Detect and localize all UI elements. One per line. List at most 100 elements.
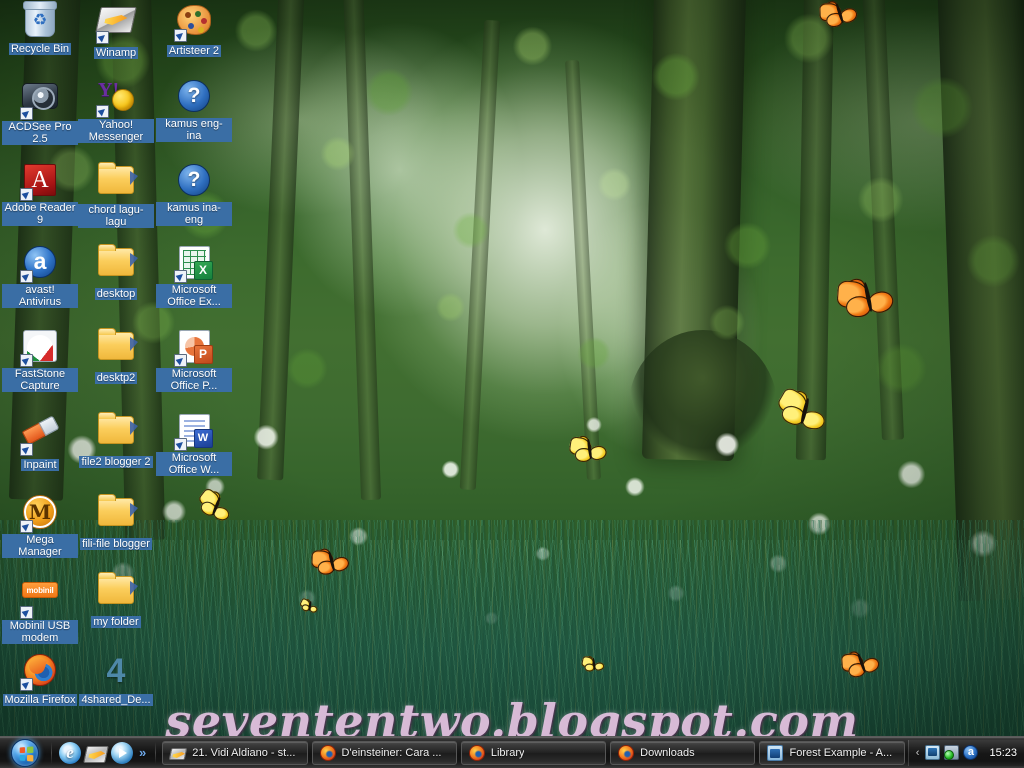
desktop-icon-label: file2 blogger 2	[79, 456, 153, 468]
4shared-glyph	[98, 654, 134, 688]
shortcut-arrow-icon	[20, 520, 33, 533]
desktop-icon-label: Microsoft Office Ex...	[156, 284, 232, 308]
desktop-icon-label: kamus eng-ina	[156, 118, 232, 142]
shortcut-arrow-icon	[174, 438, 187, 451]
desktop-icon-microsoft-office-p[interactable]: Microsoft Office P...	[156, 328, 232, 394]
taskbar-button[interactable]: 21. Vidi Aldiano - st...	[162, 740, 308, 765]
shortcut-arrow-icon	[20, 606, 33, 619]
folder-glyph	[98, 328, 138, 360]
network-connection-icon[interactable]	[944, 744, 960, 760]
desktop-icon-kamus-ina-eng[interactable]: kamus ina-eng	[156, 162, 232, 228]
folder-icon	[98, 572, 138, 612]
quick-launch-overflow-chevron-icon[interactable]: »	[137, 742, 148, 764]
faststone-icon	[20, 330, 58, 367]
desktop-icon-mozilla-firefox[interactable]: Mozilla Firefox	[2, 652, 78, 708]
taskbar-window-buttons[interactable]: 21. Vidi Aldiano - st... D'einsteiner: Ca…	[159, 740, 908, 766]
desktop-icon-winamp[interactable]: Winamp	[78, 2, 154, 61]
desktop-icon-file2-blogger-2[interactable]: file2 blogger 2	[78, 412, 154, 470]
desktop-icon-recycle-bin[interactable]: Recycle Bin	[2, 1, 78, 57]
firefox-icon	[618, 744, 635, 761]
desktop-icon-label: Microsoft Office P...	[156, 368, 232, 392]
help-glyph	[178, 80, 210, 112]
quick-launch-bar[interactable]: »	[55, 740, 152, 766]
desktop-icon-label: Mega Manager	[2, 534, 78, 558]
desktop-icon-label: avast! Antivirus	[2, 284, 78, 308]
yahoo-icon	[96, 79, 134, 118]
desktop-icon-label: desktp2	[94, 372, 138, 384]
desktop-icon-mega-manager[interactable]: Mega Manager	[2, 494, 78, 560]
firefox-icon	[319, 744, 336, 761]
folder-glyph	[98, 412, 138, 444]
winamp-glyph	[95, 7, 137, 33]
desktop-icon-inpaint[interactable]: Inpaint	[2, 412, 78, 473]
winamp-icon[interactable]	[83, 745, 109, 763]
winamp-icon	[168, 747, 188, 760]
desktop-icon-microsoft-office-w[interactable]: Microsoft Office W...	[156, 412, 232, 478]
desktop-icon-desktp2[interactable]: desktp2	[78, 328, 154, 386]
shortcut-arrow-icon	[96, 105, 109, 118]
desktop-icon-label: Mobinil USB modem	[2, 620, 78, 644]
taskbar-button[interactable]: D'einsteiner: Cara ...	[311, 740, 457, 765]
avast-icon	[20, 246, 58, 283]
taskbar-button[interactable]: Downloads	[610, 740, 756, 765]
desktop-icon-desktop[interactable]: desktop	[78, 244, 154, 302]
desktop-icon-faststone-capture[interactable]: FastStone Capture	[2, 328, 78, 394]
desktop-icon-my-folder[interactable]: my folder	[78, 572, 154, 630]
4shared-icon	[98, 654, 134, 690]
desktop-icon-kamus-eng-ina[interactable]: kamus eng-ina	[156, 78, 232, 144]
windows-media-player-icon[interactable]	[111, 741, 133, 764]
internet-explorer-icon[interactable]	[59, 741, 81, 764]
mobinil-glyph	[22, 582, 58, 598]
start-button[interactable]	[2, 738, 48, 768]
desktop-icon-microsoft-office-ex[interactable]: Microsoft Office Ex...	[156, 244, 232, 310]
mobinil-icon	[20, 582, 58, 619]
shortcut-arrow-icon	[20, 443, 33, 456]
folder-icon	[98, 494, 138, 534]
desktop-icon-label: Adobe Reader 9	[2, 202, 78, 226]
inpaint-icon	[20, 419, 58, 456]
desktop[interactable]: sevententwo.blogspot.com Recycle BinWina…	[0, 0, 1024, 768]
desktop-icon-avast-antivirus[interactable]: avast! Antivirus	[2, 244, 78, 310]
desktop-icon-fili-file-blogger[interactable]: fili-file blogger	[78, 494, 154, 552]
desktop-icon-label: Microsoft Office W...	[156, 452, 232, 476]
shortcut-arrow-icon	[174, 354, 187, 367]
artisteer-icon	[174, 5, 212, 42]
taskbar-button-label: Library	[490, 746, 525, 759]
mega-icon	[20, 496, 58, 533]
taskbar-divider	[51, 741, 52, 764]
taskbar-button[interactable]: Library	[460, 740, 607, 765]
tray-icon-group[interactable]	[925, 744, 982, 762]
desktop-icon-label: chord lagu-lagu	[78, 204, 154, 228]
recycle-icon	[22, 1, 58, 39]
windows-flag-icon	[19, 745, 34, 762]
desktop-icon-artisteer-2[interactable]: Artisteer 2	[156, 2, 232, 59]
system-tray[interactable]: ‹ 15:23	[907, 739, 1024, 766]
tray-expand-chevron-icon[interactable]: ‹	[915, 747, 921, 759]
desktop-icon-chord-lagu-lagu[interactable]: chord lagu-lagu	[78, 162, 154, 230]
folder-glyph	[98, 494, 138, 526]
window-icon	[767, 744, 784, 761]
taskbar[interactable]: » 21. Vidi Aldiano - st... D'einsteiner: …	[0, 736, 1024, 768]
taskbar-clock[interactable]: 15:23	[989, 747, 1017, 759]
desktop-icon-adobe-reader-9[interactable]: Adobe Reader 9	[2, 162, 78, 228]
desktop-icon-yahoo-messenger[interactable]: Yahoo! Messenger	[78, 78, 154, 145]
display-settings-icon[interactable]	[925, 744, 941, 760]
desktop-icon-label: FastStone Capture	[2, 368, 78, 392]
avast-antivirus-icon[interactable]	[963, 744, 979, 760]
desktop-icon-label: Recycle Bin	[8, 43, 72, 55]
firefox-icon	[20, 654, 58, 691]
desktop-icon-acdsee-pro-2-5[interactable]: ACDSee Pro 2.5	[2, 78, 78, 147]
recycle-glyph	[23, 1, 57, 37]
desktop-icon-label: Artisteer 2	[166, 45, 222, 57]
folder-icon	[98, 328, 138, 368]
desktop-icon-label: ACDSee Pro 2.5	[2, 121, 78, 145]
taskbar-button-label: Downloads	[640, 746, 695, 759]
taskbar-button[interactable]: Forest Example - A...	[759, 740, 905, 765]
desktop-icon-mobinil-usb-modem[interactable]: Mobinil USB modem	[2, 572, 78, 646]
desktop-icon-4shared-de[interactable]: 4shared_De...	[78, 652, 154, 708]
folder-icon	[98, 412, 138, 452]
desktop-icon-label: Winamp	[93, 47, 139, 59]
shortcut-arrow-icon	[174, 29, 187, 42]
shortcut-arrow-icon	[20, 678, 33, 691]
windows-start-orb-icon	[11, 738, 39, 767]
